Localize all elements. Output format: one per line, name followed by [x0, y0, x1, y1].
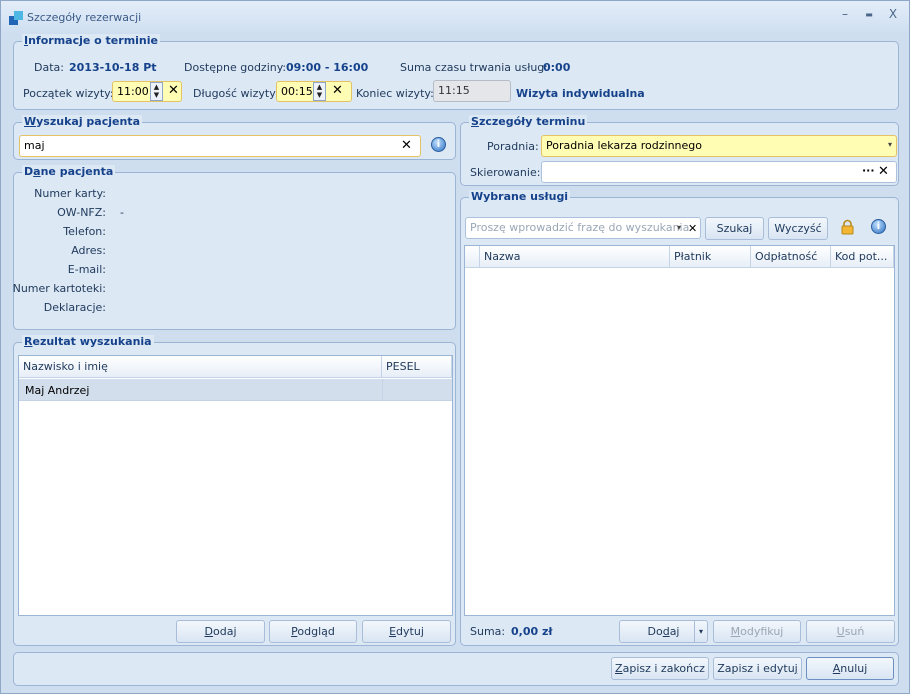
- search-patient-group: Wyszukaj pacjenta maj ✕ i: [13, 115, 456, 160]
- results-table[interactable]: Nazwisko i imię PESEL Maj Andrzej: [18, 355, 453, 616]
- term-details-group: Szczegóły terminu Poradnia: Poradnia lek…: [460, 115, 899, 186]
- footer-bar: Zapisz i zakończ Zapisz i edytuj Anuluj: [13, 652, 899, 686]
- hours-label: Dostępne godziny:: [184, 61, 287, 74]
- clear-length-icon[interactable]: ✕: [332, 84, 343, 98]
- column-header-platnik[interactable]: Płatnik: [670, 246, 751, 268]
- reservation-details-window: Szczegóły rezerwacji – ▬ X Informacje o …: [0, 0, 910, 694]
- clear-start-icon[interactable]: ✕: [168, 84, 179, 98]
- table-row[interactable]: Maj Andrzej: [19, 379, 452, 401]
- sum-time-label: Suma czasu trwania usług:: [400, 61, 548, 74]
- total-value: 0,00 zł: [511, 625, 553, 638]
- clear-search-icon[interactable]: ✕: [401, 139, 412, 153]
- column-header-pesel[interactable]: PESEL: [382, 356, 452, 378]
- patient-data-title: Dane pacjenta: [22, 165, 116, 178]
- column-header-kod[interactable]: Kod pot...: [831, 246, 894, 268]
- minimize-icon[interactable]: –: [835, 7, 855, 21]
- delete-service-button[interactable]: Usuń: [806, 620, 895, 643]
- preview-patient-button[interactable]: Podgląd: [269, 620, 357, 643]
- maximize-icon[interactable]: ▬: [859, 10, 879, 19]
- search-results-group: Rezultat wyszukania Nazwisko i imię PESE…: [13, 335, 456, 646]
- search-patient-title: Wyszukaj pacjenta: [22, 115, 142, 128]
- column-header-odplatnosc[interactable]: Odpłatność: [751, 246, 831, 268]
- end-time-field: 11:15: [433, 80, 511, 102]
- sum-time-value: 0:00: [543, 61, 571, 74]
- save-and-close-button[interactable]: Zapisz i zakończ: [611, 657, 709, 680]
- record-number-label: Numer kartoteki:: [12, 282, 106, 295]
- email-label: E-mail:: [67, 263, 106, 276]
- end-label: Koniec wizyty:: [356, 87, 434, 100]
- row-selector-header: [465, 246, 480, 268]
- address-label: Adres:: [71, 244, 106, 257]
- visit-type: Wizyta indywidualna: [516, 87, 645, 100]
- referral-label: Skierowanie:: [470, 166, 541, 179]
- length-label: Długość wizyty:: [193, 87, 279, 100]
- services-search-input[interactable]: Proszę wprowadzić frazę do wyszukania: [465, 217, 701, 239]
- start-time-spinner[interactable]: ▲ ▼: [150, 82, 163, 101]
- services-info-icon[interactable]: i: [871, 219, 886, 234]
- add-patient-button[interactable]: Dodaj: [176, 620, 265, 643]
- patient-search-input[interactable]: maj: [19, 135, 421, 157]
- clear-services-button[interactable]: Wyczyść: [768, 217, 828, 240]
- services-table[interactable]: Nazwa Płatnik Odpłatność Kod pot...: [464, 245, 895, 616]
- hours-value: 09:00 - 16:00: [286, 61, 369, 74]
- title-bar: Szczegóły rezerwacji – ▬ X: [1, 1, 909, 33]
- services-title: Wybrane usługi: [469, 190, 571, 203]
- phone-label: Telefon:: [63, 225, 106, 238]
- chevron-down-icon[interactable]: ▾: [677, 223, 681, 232]
- add-service-button[interactable]: Dodaj ▾: [619, 620, 708, 643]
- chevron-down-icon: ▾: [887, 140, 892, 149]
- start-label: Początek wizyty:: [23, 87, 114, 100]
- chevron-down-icon[interactable]: ▾: [694, 621, 707, 642]
- clinic-label: Poradnia:: [487, 140, 539, 153]
- declarations-label: Deklaracje:: [43, 301, 106, 314]
- close-icon[interactable]: X: [883, 7, 903, 21]
- clear-referral-icon[interactable]: ✕: [878, 165, 889, 179]
- length-spinner[interactable]: ▲ ▼: [313, 82, 326, 101]
- row-name-cell: Maj Andrzej: [25, 384, 90, 397]
- term-info-group: Informacje o terminie Data: 2013-10-18 P…: [13, 34, 899, 110]
- referral-input[interactable]: [541, 161, 897, 183]
- ownfz-label: OW-NFZ:: [57, 206, 106, 219]
- total-label: Suma:: [470, 625, 506, 638]
- term-details-title: Szczegóły terminu: [469, 115, 588, 128]
- clear-services-search-icon[interactable]: ✕: [688, 222, 697, 236]
- app-icon: [9, 11, 23, 25]
- column-header-name[interactable]: Nazwisko i imię: [19, 356, 382, 378]
- term-info-title: Informacje o terminie: [22, 34, 160, 47]
- patient-data-group: Dane pacjenta Numer karty: OW-NFZ: - Tel…: [12, 165, 456, 330]
- edit-patient-button[interactable]: Edytuj: [362, 620, 451, 643]
- cancel-button[interactable]: Anuluj: [806, 657, 894, 680]
- save-and-edit-button[interactable]: Zapisz i edytuj: [713, 657, 802, 680]
- row-pesel-cell: [382, 379, 383, 401]
- info-icon[interactable]: i: [431, 137, 446, 152]
- card-number-label: Numer karty:: [34, 187, 106, 200]
- referral-browse-button[interactable]: ···: [862, 164, 875, 177]
- lock-icon[interactable]: [840, 219, 855, 235]
- ownfz-value: -: [120, 206, 124, 219]
- column-header-nazwa[interactable]: Nazwa: [480, 246, 670, 268]
- date-label: Data:: [34, 61, 64, 74]
- services-group: Wybrane usługi Proszę wprowadzić frazę d…: [460, 190, 899, 646]
- window-title: Szczegóły rezerwacji: [27, 11, 142, 24]
- modify-service-button[interactable]: Modyfikuj: [713, 620, 801, 643]
- date-value: 2013-10-18 Pt: [69, 61, 157, 74]
- search-results-title: Rezultat wyszukania: [22, 335, 154, 348]
- clinic-select[interactable]: Poradnia lekarza rodzinnego ▾: [541, 135, 897, 157]
- search-services-button[interactable]: Szukaj: [705, 217, 764, 240]
